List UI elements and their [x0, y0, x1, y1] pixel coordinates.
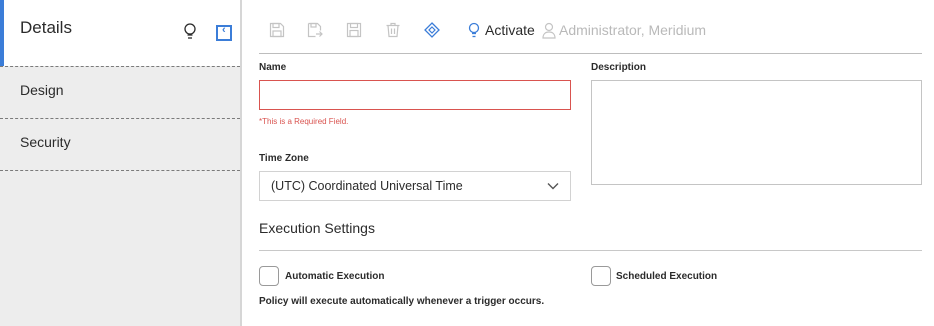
save-icon[interactable]: [269, 22, 285, 38]
automatic-execution-label: Automatic Execution: [285, 271, 385, 282]
trash-icon[interactable]: [385, 22, 401, 38]
sidebar-item-details[interactable]: Details ‹: [0, 0, 240, 66]
name-error-text: *This is a Required Field.: [259, 117, 349, 126]
chevron-left-icon: ‹: [222, 24, 226, 36]
scheduled-execution-label: Scheduled Execution: [616, 271, 718, 282]
sidebar-border: [240, 0, 242, 326]
name-input[interactable]: [259, 80, 571, 110]
execution-help-text: Policy will execute automatically whenev…: [259, 296, 545, 307]
user-label: Administrator, Meridium: [559, 22, 707, 38]
time-zone-select[interactable]: (UTC) Coordinated Universal Time: [259, 171, 571, 201]
sidebar-item-design[interactable]: Design: [0, 67, 240, 119]
sidebar-item-label: Design: [20, 82, 64, 98]
time-zone-label: Time Zone: [259, 153, 309, 164]
scheduled-execution-checkbox[interactable]: [591, 266, 611, 286]
execution-settings-title: Execution Settings: [259, 220, 375, 236]
save-copy-icon[interactable]: [346, 22, 362, 38]
user-icon: [542, 22, 556, 39]
chevron-down-icon: [547, 183, 559, 190]
collapse-sidebar-button[interactable]: ‹: [216, 24, 232, 41]
diamond-icon[interactable]: [424, 22, 440, 38]
sidebar-item-label: Details: [20, 18, 72, 37]
section-divider: [259, 250, 922, 251]
sidebar-item-label: Security: [20, 134, 71, 150]
activate-label: Activate: [485, 22, 535, 38]
save-as-icon[interactable]: [307, 22, 323, 38]
description-label: Description: [591, 62, 647, 73]
time-zone-value: (UTC) Coordinated Universal Time: [271, 179, 463, 193]
lightbulb-icon[interactable]: [183, 22, 197, 42]
name-label: Name: [259, 62, 287, 73]
sidebar: Details ‹ Design Security: [0, 0, 240, 326]
sidebar-item-security[interactable]: Security: [0, 119, 240, 171]
automatic-execution-checkbox[interactable]: [259, 266, 279, 286]
toolbar: Activate Administrator, Meridium: [259, 0, 922, 54]
lightbulb-icon: [468, 22, 480, 38]
description-textarea[interactable]: [591, 80, 922, 185]
active-indicator: [0, 0, 4, 66]
